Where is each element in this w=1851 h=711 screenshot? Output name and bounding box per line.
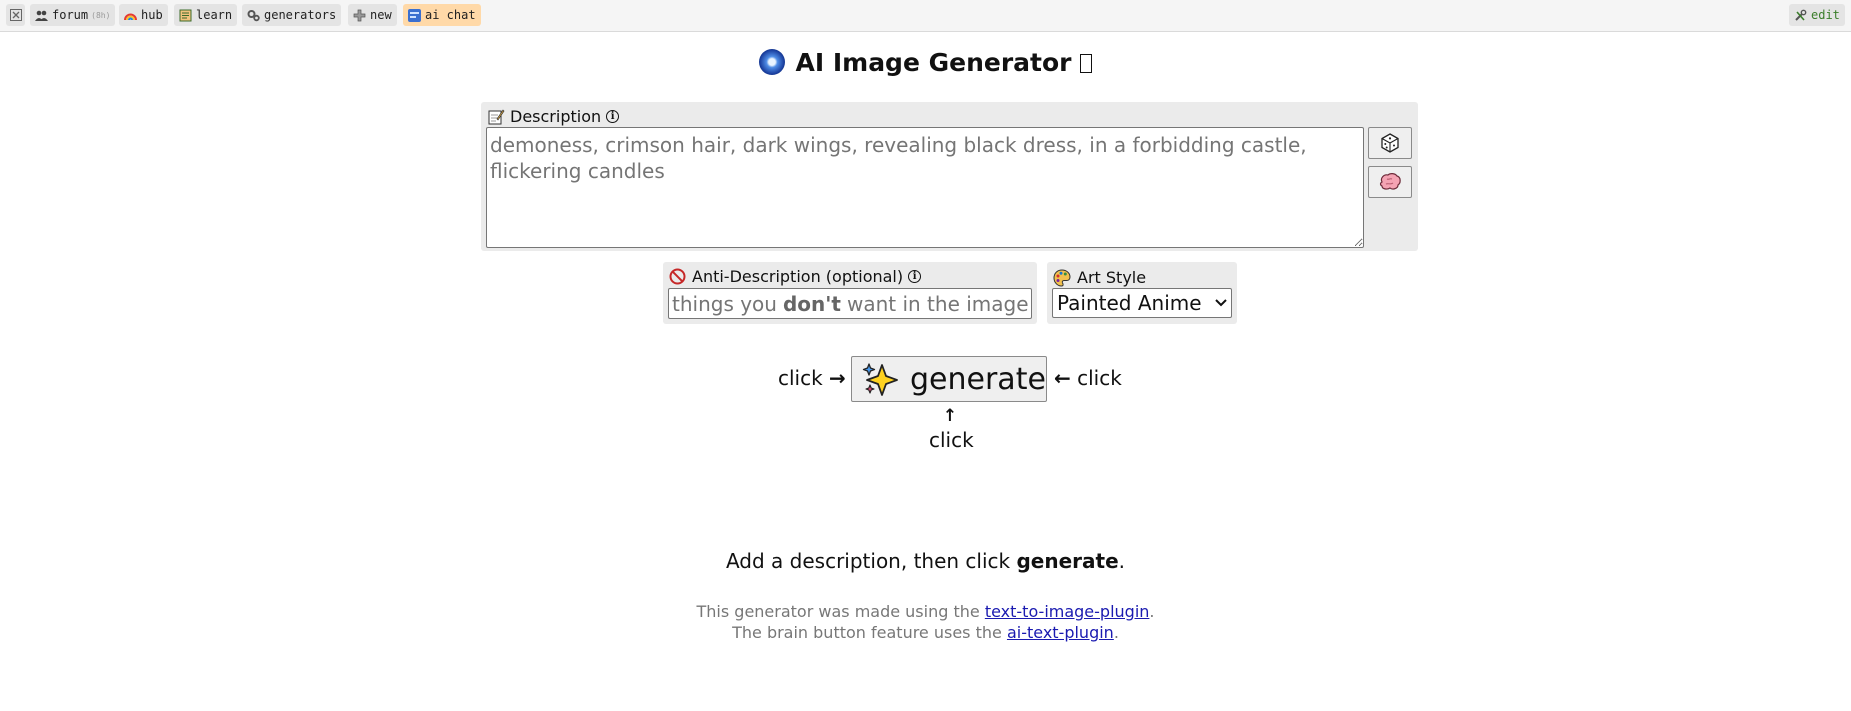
anti-description-info-icon[interactable]: i: [908, 270, 922, 283]
gears-icon: [247, 9, 260, 22]
nav-forum-count: (8h): [91, 10, 111, 20]
brain-button[interactable]: [1368, 166, 1412, 198]
click-hint-below-text: click: [929, 428, 974, 452]
brain-icon: [1378, 172, 1402, 192]
description-input[interactable]: demoness, crimson hair, dark wings, reve…: [486, 127, 1364, 248]
anti-description-input[interactable]: things you don't want in the image: [668, 288, 1032, 319]
text-to-image-plugin-link[interactable]: text-to-image-plugin: [985, 602, 1150, 621]
status-message: Add a description, then click generate.: [0, 549, 1851, 573]
nav-hub[interactable]: hub: [119, 4, 168, 26]
edit-button[interactable]: edit: [1789, 4, 1845, 26]
description-label: Description i: [487, 107, 620, 126]
page-title: AI Image Generator: [0, 48, 1851, 77]
prohibited-icon: [669, 268, 686, 285]
nav-ai-chat[interactable]: ai chat: [403, 4, 481, 26]
arrow-right-icon: →: [829, 366, 846, 390]
random-description-button[interactable]: [1368, 127, 1412, 159]
art-style-select[interactable]: Painted Anime: [1052, 288, 1232, 318]
memo-icon: [487, 108, 505, 126]
arrow-up-icon: ↑: [942, 406, 958, 426]
close-box-icon[interactable]: [6, 4, 25, 26]
dice-icon: [1379, 132, 1401, 154]
credits-line-1-end: .: [1149, 602, 1155, 621]
description-info-icon[interactable]: i: [606, 110, 620, 123]
palette-icon: [1053, 268, 1071, 287]
credits-line-2-text: The brain button feature uses the: [732, 623, 1002, 642]
art-style-label-text: Art Style: [1077, 268, 1147, 287]
status-message-post: .: [1118, 549, 1126, 573]
nav-hub-label: hub: [141, 8, 163, 22]
credits-line-2-end: .: [1113, 623, 1119, 642]
status-message-pre: Add a description, then click: [725, 549, 1011, 573]
rainbow-icon: [124, 9, 137, 22]
art-style-panel: Art Style Painted Anime: [1047, 262, 1237, 324]
art-style-label: Art Style: [1053, 268, 1146, 287]
galaxy-logo-icon: [759, 49, 786, 75]
click-hint-left-text: click: [778, 366, 823, 390]
generate-button[interactable]: generate: [851, 356, 1047, 402]
anti-placeholder-pre: things you: [672, 291, 777, 316]
tools-icon: [1794, 9, 1807, 22]
click-hint-below: ↑ click: [929, 404, 974, 452]
anti-placeholder-bold: don't: [782, 291, 841, 316]
nav-forum-label: forum: [52, 8, 89, 22]
credits-line-1: This generator was made using the text-t…: [0, 601, 1851, 622]
nav-generators[interactable]: generators: [242, 4, 342, 26]
ai-text-plugin-link[interactable]: ai-text-plugin: [1007, 623, 1114, 642]
page-title-text: AI Image Generator: [795, 48, 1072, 77]
generate-button-label: generate: [910, 361, 1046, 397]
anti-description-label-text: Anti-Description (optional): [692, 267, 904, 286]
top-nav-bar: forum (8h) hub learn generators new ai c…: [0, 0, 1851, 32]
people-icon: [35, 9, 48, 22]
nav-ai-chat-label: ai chat: [425, 8, 476, 22]
click-hint-left: click →: [778, 366, 846, 390]
arrow-left-icon: ←: [1054, 366, 1071, 390]
edit-label: edit: [1811, 8, 1840, 22]
sparkles-icon: [862, 363, 898, 396]
book-icon: [179, 9, 192, 22]
credits-line-1-text: This generator was made using the: [696, 602, 980, 621]
nav-learn-label: learn: [196, 8, 233, 22]
chat-icon: [408, 8, 421, 22]
chevron-down-icon: [1215, 296, 1227, 311]
click-hint-right-text: click: [1077, 366, 1122, 390]
nav-forum[interactable]: forum (8h): [30, 4, 116, 26]
art-style-selected: Painted Anime: [1057, 291, 1202, 315]
nav-learn[interactable]: learn: [174, 4, 238, 26]
nav-generators-label: generators: [264, 8, 337, 22]
anti-description-label: Anti-Description (optional) i: [669, 267, 922, 286]
anti-description-panel: Anti-Description (optional) i things you…: [663, 262, 1037, 324]
missing-glyph-icon: [1079, 54, 1092, 73]
plus-icon: [353, 9, 366, 22]
description-label-text: Description: [510, 107, 602, 126]
credits-line-2: The brain button feature uses the ai-tex…: [0, 622, 1851, 643]
nav-new[interactable]: new: [348, 4, 397, 26]
anti-placeholder-post: want in the image: [846, 291, 1029, 316]
nav-new-label: new: [370, 8, 392, 22]
status-message-bold: generate: [1016, 549, 1119, 573]
click-hint-right: ← click: [1054, 366, 1122, 390]
credits: This generator was made using the text-t…: [0, 601, 1851, 643]
description-panel: Description i demoness, crimson hair, da…: [481, 102, 1418, 251]
